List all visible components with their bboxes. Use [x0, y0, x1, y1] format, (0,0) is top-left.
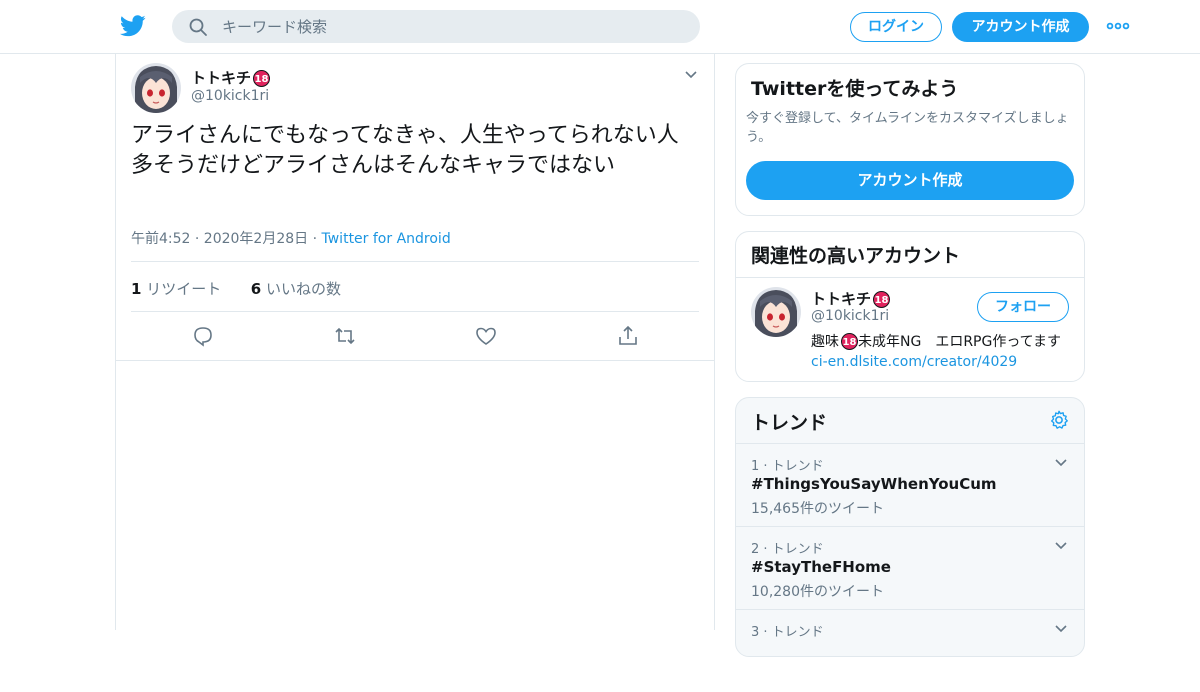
related-accounts-title: 関連性の高いアカウント: [751, 245, 961, 267]
follow-button[interactable]: フォロー: [977, 292, 1069, 322]
signup-card-description: 今すぐ登録して、タイムラインをカスタマイズしましょう。: [746, 111, 1069, 145]
trend-rank: 1 · トレンド: [751, 459, 824, 474]
trends-title: トレンド: [751, 412, 828, 434]
trend-name[interactable]: #StayTheFHome: [751, 558, 891, 576]
gear-icon[interactable]: [1048, 409, 1070, 431]
bio-link[interactable]: ci-en.dlsite.com/creator/4029: [811, 354, 1017, 370]
related-name-text: トトキチ: [811, 290, 872, 308]
bio-text-rest: 未成年NG エロRPG作ってます: [858, 334, 1075, 350]
divider: [131, 261, 699, 262]
chevron-down-icon[interactable]: [1054, 622, 1068, 636]
tweet-timestamp[interactable]: 午前4:52 · 2020年2月28日 ·: [131, 231, 322, 247]
tweet-author-name[interactable]: トトキチ 18: [191, 67, 271, 88]
like-count: 6: [250, 280, 262, 298]
tweet-author-handle[interactable]: @10kick1ri: [191, 88, 269, 104]
trend-rank: 2 · トレンド: [751, 542, 824, 557]
trend-tweet-count: 10,280件のツイート: [751, 584, 884, 600]
trend-rank: 3 · トレンド: [751, 625, 824, 640]
chevron-down-icon[interactable]: [1054, 539, 1068, 553]
avatar[interactable]: [131, 63, 181, 113]
retweet-stat[interactable]: 1 リツイート: [131, 280, 221, 298]
chevron-down-icon[interactable]: [684, 68, 698, 82]
age-restriction-badge: 18: [841, 333, 858, 350]
share-icon[interactable]: [616, 324, 640, 348]
tweet-source-link[interactable]: Twitter for Android: [322, 231, 451, 247]
age-restriction-badge: 18: [253, 70, 271, 87]
twitter-bird-logo-icon[interactable]: [120, 14, 146, 38]
top-navigation-bar: ログイン アカウント作成: [0, 0, 1200, 54]
retweet-count: 1: [131, 280, 142, 298]
age-restriction-badge: 18: [873, 291, 891, 308]
bio-text: 趣味: [811, 334, 839, 350]
signup-card-title: Twitterを使ってみよう: [751, 78, 959, 100]
chevron-down-icon[interactable]: [1054, 456, 1068, 470]
tweet: トトキチ 18 @10kick1ri アライさんにでもなってなきゃ、人生やってられ…: [116, 54, 714, 361]
author-name-text: トトキチ: [191, 69, 252, 87]
like-heart-icon[interactable]: [474, 324, 498, 348]
more-options-icon[interactable]: [1106, 18, 1130, 34]
search-bar[interactable]: [172, 10, 700, 43]
signup-promo-card: Twitterを使ってみよう 今すぐ登録して、タイムラインをカスタマイズしましょ…: [735, 63, 1085, 216]
tweet-stats: 1 リツイート 6 いいねの数: [131, 278, 341, 299]
search-icon: [189, 18, 207, 36]
like-stat-label: いいねの数: [266, 280, 342, 298]
avatar[interactable]: [751, 287, 801, 337]
trend-item[interactable]: 2 · トレンド #StayTheFHome 10,280件のツイート: [736, 526, 1084, 609]
divider: [736, 277, 1084, 278]
trend-item[interactable]: 3 · トレンド: [736, 609, 1084, 692]
main-timeline-column: トトキチ 18 @10kick1ri アライさんにでもなってなきゃ、人生やってられ…: [115, 54, 715, 630]
related-account-handle[interactable]: @10kick1ri: [811, 308, 889, 324]
reply-icon[interactable]: [191, 324, 215, 348]
tweet-text: アライさんにでもなってなきゃ、人生やってられない人多そうだけどアライさんはそんな…: [131, 123, 679, 178]
retweet-stat-label: リツイート: [146, 280, 222, 298]
signup-button[interactable]: アカウント作成: [952, 12, 1089, 42]
login-button[interactable]: ログイン: [850, 12, 942, 42]
trend-tweet-count: 15,465件のツイート: [751, 501, 884, 517]
tweet-metadata: 午前4:52 · 2020年2月28日 · Twitter for Androi…: [131, 228, 451, 248]
related-account-name[interactable]: トトキチ 18: [811, 288, 891, 309]
related-accounts-card: 関連性の高いアカウント トトキチ 18 @10kick1ri フォロー 趣味 18 未…: [735, 231, 1085, 382]
signup-card-button[interactable]: アカウント作成: [746, 161, 1074, 200]
divider: [131, 311, 699, 312]
like-stat[interactable]: 6 いいねの数: [251, 280, 341, 298]
retweet-icon[interactable]: [333, 324, 357, 348]
trend-item[interactable]: 1 · トレンド #ThingsYouSayWhenYouCum 15,465件…: [736, 443, 1084, 526]
trends-card: トレンド 1 · トレンド #ThingsYouSayWhenYouCum 15…: [735, 397, 1085, 657]
search-input[interactable]: [222, 10, 682, 43]
trend-name[interactable]: #ThingsYouSayWhenYouCum: [751, 475, 997, 493]
related-account-bio: 趣味 18 未成年NG エロRPG作ってます ci-en.dlsite.com/cr…: [811, 332, 1073, 372]
